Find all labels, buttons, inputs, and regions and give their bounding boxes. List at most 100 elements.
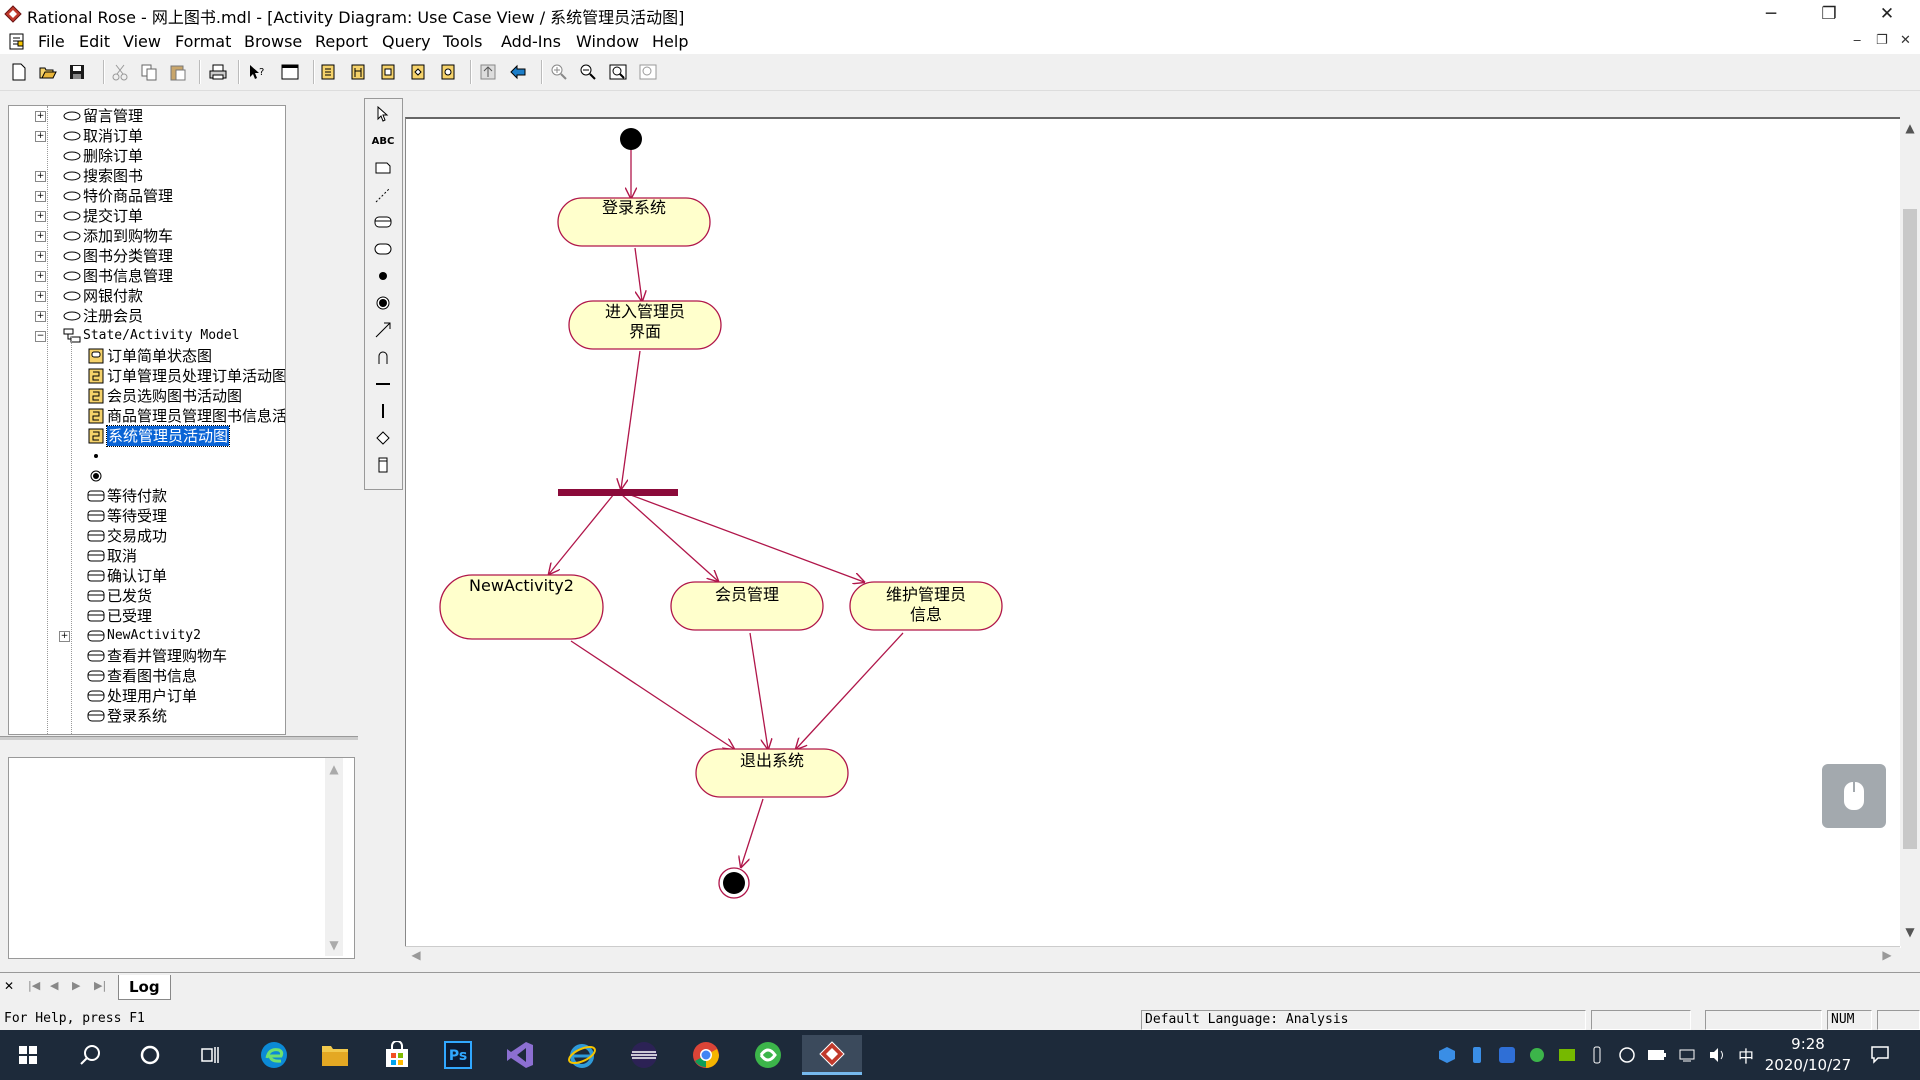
security-tray-icon[interactable] bbox=[1617, 1045, 1637, 1065]
menu-query[interactable]: Query bbox=[382, 32, 431, 51]
last-tab-icon[interactable]: ▶| bbox=[94, 979, 106, 992]
copy-icon[interactable] bbox=[139, 62, 159, 82]
menu-help[interactable]: Help bbox=[652, 32, 688, 51]
menu-browse[interactable]: Browse bbox=[244, 32, 302, 51]
expand-icon[interactable]: + bbox=[35, 131, 46, 142]
wifi-tray-icon[interactable] bbox=[1677, 1045, 1697, 1065]
start-state[interactable] bbox=[620, 128, 642, 150]
ie-icon[interactable] bbox=[558, 1035, 606, 1075]
browse-class-diagram-icon[interactable] bbox=[318, 62, 338, 82]
paste-icon[interactable] bbox=[168, 62, 188, 82]
fit-in-window-icon[interactable] bbox=[608, 62, 628, 82]
note-icon[interactable] bbox=[371, 157, 395, 179]
floating-overlay-button[interactable] bbox=[1822, 764, 1886, 828]
chrome-icon[interactable] bbox=[682, 1035, 730, 1075]
browse-deployment-diagram-icon[interactable] bbox=[408, 62, 428, 82]
expand-icon[interactable]: + bbox=[35, 271, 46, 282]
browse-interaction-diagram-icon[interactable] bbox=[348, 62, 368, 82]
browse-parent-icon[interactable] bbox=[478, 62, 498, 82]
nvidia-tray-icon[interactable] bbox=[1557, 1045, 1577, 1065]
anchor-note-icon[interactable] bbox=[371, 184, 395, 206]
diagram-scroll-down-icon[interactable]: ▼ bbox=[1903, 925, 1917, 939]
360-browser-icon[interactable] bbox=[744, 1035, 792, 1075]
new-icon[interactable] bbox=[9, 62, 29, 82]
maximize-button[interactable]: ❐ bbox=[1800, 0, 1858, 30]
activity-icon[interactable] bbox=[371, 238, 395, 260]
expand-icon[interactable]: + bbox=[35, 231, 46, 242]
network-3d-tray-icon[interactable] bbox=[1437, 1045, 1457, 1065]
menu-window[interactable]: Window bbox=[576, 32, 639, 51]
expand-icon[interactable]: + bbox=[59, 631, 70, 642]
fork-sync-bar[interactable] bbox=[558, 489, 678, 496]
state-icon[interactable] bbox=[371, 211, 395, 233]
end-state-icon[interactable] bbox=[371, 292, 395, 314]
diagram-vscroll-thumb[interactable] bbox=[1903, 209, 1917, 849]
doc-scroll-down-icon[interactable]: ▼ bbox=[327, 938, 341, 952]
expand-icon[interactable]: + bbox=[35, 191, 46, 202]
context-help-icon[interactable]: ? bbox=[247, 62, 267, 82]
vertical-sync-icon[interactable] bbox=[371, 400, 395, 422]
search-icon[interactable] bbox=[66, 1035, 114, 1075]
cortana-icon[interactable] bbox=[126, 1035, 174, 1075]
browse-component-diagram-icon[interactable] bbox=[378, 62, 398, 82]
cut-icon[interactable] bbox=[110, 62, 130, 82]
expand-icon[interactable]: + bbox=[35, 211, 46, 222]
state-transition-icon[interactable] bbox=[371, 319, 395, 341]
selection-arrow-icon[interactable] bbox=[371, 103, 395, 125]
doc-vertical-scrollbar[interactable]: ▲ ▼ bbox=[325, 758, 343, 956]
browse-state-diagram-icon[interactable] bbox=[438, 62, 458, 82]
print-icon[interactable] bbox=[208, 62, 228, 82]
file-explorer-icon[interactable] bbox=[311, 1035, 359, 1075]
open-icon[interactable] bbox=[38, 62, 58, 82]
windows-start-icon[interactable] bbox=[4, 1035, 52, 1075]
model-browser[interactable]: + 留言管理 + 取消订单 删除订单 + 搜索图书 + 特价商品管理 + 提交订单 + 添加到购物车 + 图… bbox=[8, 105, 286, 735]
transition-to-self-icon[interactable] bbox=[371, 346, 395, 368]
edge-icon[interactable] bbox=[250, 1035, 298, 1075]
activity-diagram-canvas[interactable]: 登录系统 进入管理员 界面 NewActivity2 会员管理 维护管理员 信息… bbox=[405, 117, 1901, 948]
photoshop-icon[interactable]: Ps bbox=[434, 1035, 482, 1075]
eclipse-icon[interactable] bbox=[620, 1035, 668, 1075]
view-doc-icon[interactable] bbox=[280, 62, 300, 82]
zoom-in-icon[interactable] bbox=[549, 62, 569, 82]
pen-tray-icon[interactable] bbox=[1587, 1045, 1607, 1065]
text-box-icon[interactable]: ABC bbox=[371, 130, 395, 152]
undo-fit-icon[interactable] bbox=[638, 62, 658, 82]
first-tab-icon[interactable]: |◀ bbox=[28, 979, 40, 992]
expand-icon[interactable]: + bbox=[35, 291, 46, 302]
minimize-button[interactable]: ─ bbox=[1742, 0, 1800, 30]
diagram-vertical-scrollbar[interactable]: ▲ ▼ bbox=[1900, 117, 1920, 946]
save-icon[interactable] bbox=[67, 62, 87, 82]
menu-edit[interactable]: Edit bbox=[79, 32, 110, 51]
expand-icon[interactable]: + bbox=[35, 111, 46, 122]
close-button[interactable]: ✕ bbox=[1858, 0, 1916, 30]
swimlane-icon[interactable] bbox=[371, 454, 395, 476]
store-icon[interactable] bbox=[373, 1035, 421, 1075]
system-clock[interactable]: 9:28 2020/10/27 bbox=[1748, 1034, 1868, 1076]
splitter[interactable] bbox=[0, 736, 358, 740]
visual-studio-icon[interactable] bbox=[496, 1035, 544, 1075]
menu-report[interactable]: Report bbox=[315, 32, 368, 51]
menu-view[interactable]: View bbox=[123, 32, 161, 51]
menu-add-ins[interactable]: Add-Ins bbox=[501, 32, 561, 51]
notification-center-icon[interactable] bbox=[1870, 1044, 1890, 1064]
documentation-panel[interactable]: ▲ ▼ bbox=[8, 757, 355, 959]
menu-tools[interactable]: Tools bbox=[443, 32, 482, 51]
decision-icon[interactable] bbox=[371, 427, 395, 449]
diagram-scroll-up-icon[interactable]: ▲ bbox=[1903, 121, 1917, 135]
diagram-scroll-left-icon[interactable]: ◀ bbox=[409, 948, 423, 962]
expand-icon[interactable]: + bbox=[35, 171, 46, 182]
rational-rose-icon[interactable] bbox=[802, 1035, 862, 1075]
mdi-minimize-button[interactable]: ‒ bbox=[1853, 33, 1861, 48]
mdi-restore-button[interactable]: ❐ bbox=[1876, 33, 1888, 48]
mdi-close-button[interactable]: ✕ bbox=[1900, 33, 1911, 48]
close-log-icon[interactable]: ✕ bbox=[4, 979, 14, 993]
tab-log[interactable]: Log bbox=[118, 975, 171, 1000]
bluetooth-tray-icon[interactable] bbox=[1497, 1045, 1517, 1065]
expand-icon[interactable]: + bbox=[35, 311, 46, 322]
zoom-out-icon[interactable] bbox=[578, 62, 598, 82]
diagram-horizontal-scrollbar[interactable]: ◀ ▶ bbox=[405, 946, 1900, 965]
document-icon[interactable] bbox=[9, 33, 25, 50]
prev-tab-icon[interactable]: ◀ bbox=[50, 979, 58, 992]
collapse-icon[interactable]: − bbox=[35, 331, 46, 342]
start-state-icon[interactable] bbox=[371, 265, 395, 287]
